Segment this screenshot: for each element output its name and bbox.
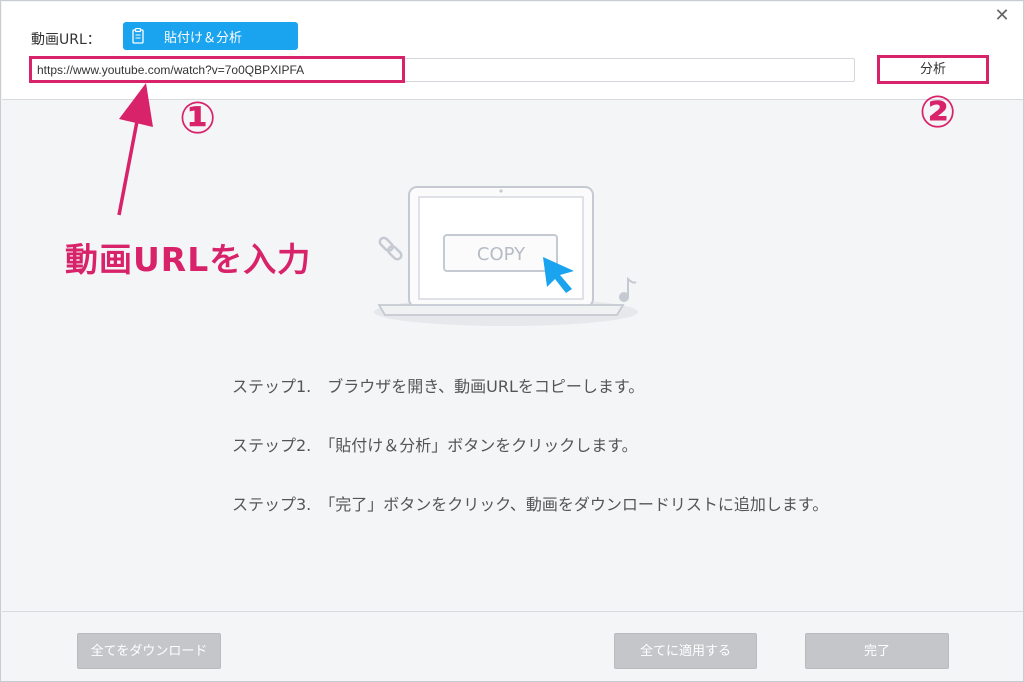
annotation-instruction: 動画URLを入力 (65, 240, 312, 279)
step-2: ステップ2. 「貼付け＆分析」ボタンをクリックします。 (232, 436, 638, 455)
steps-list: ステップ1. ブラウザを開き、動画URLをコピーします。 ステップ2. 「貼付け… (232, 377, 912, 554)
copy-label: COPY (477, 244, 526, 265)
apply-all-button[interactable]: 全てに適用する (614, 633, 757, 669)
downloader-window: ✕ 動画URL： 貼付け＆分析 https://www.youtube.com/… (0, 0, 1024, 682)
link-icon (378, 236, 403, 261)
laptop-illustration: COPY (374, 186, 638, 326)
download-all-button[interactable]: 全てをダウンロード (77, 633, 221, 669)
annotation-arrow (117, 83, 153, 216)
step-1: ステップ1. ブラウザを開き、動画URLをコピーします。 (232, 377, 645, 396)
step-3: ステップ3. 「完了」ボタンをクリック、動画をダウンロードリストに追加します。 (232, 495, 829, 514)
music-note-icon (619, 276, 637, 302)
done-button[interactable]: 完了 (805, 633, 949, 669)
